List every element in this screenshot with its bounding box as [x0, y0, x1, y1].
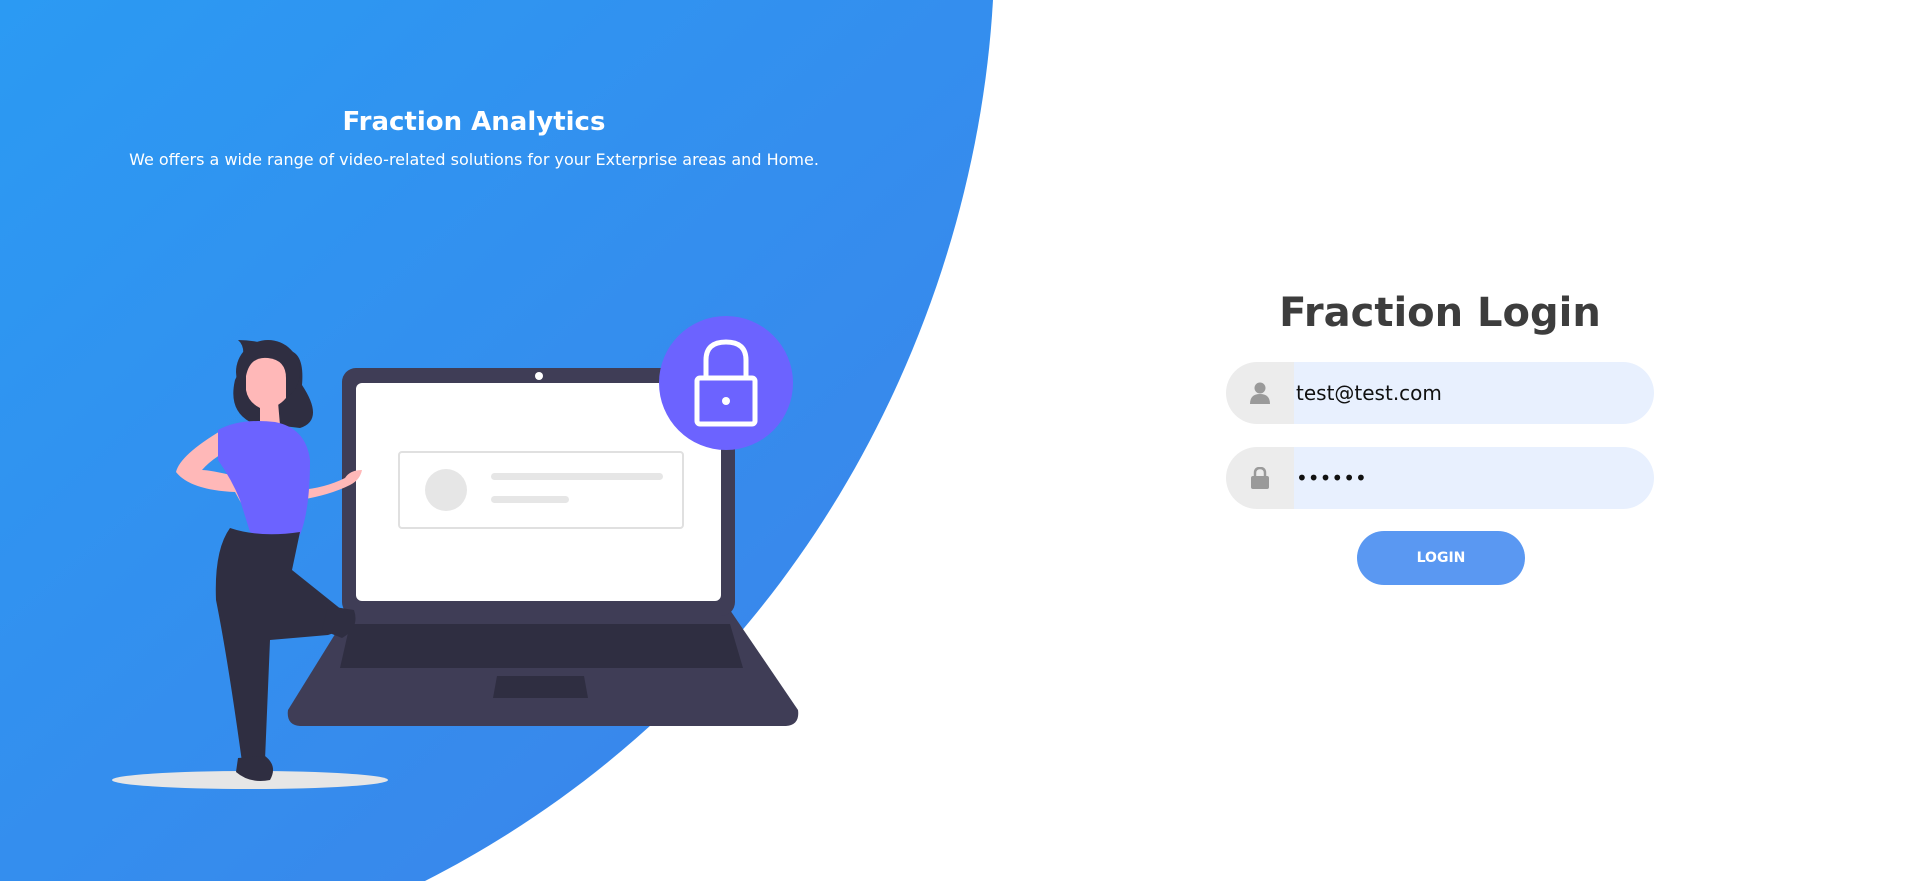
woman-face [246, 357, 286, 409]
login-title: Fraction Login [1279, 290, 1601, 336]
lock-badge-keyhole [722, 397, 730, 405]
laptop-camera [535, 372, 543, 380]
email-field-group [1226, 362, 1654, 424]
lock-badge [659, 316, 793, 450]
user-icon [1226, 362, 1294, 424]
woman-shirt [218, 421, 310, 538]
email-input[interactable] [1294, 362, 1654, 424]
screen-card-line-2 [491, 496, 569, 503]
screen-card-line-1 [491, 473, 663, 480]
screen-card-avatar [425, 469, 467, 511]
password-field-group [1226, 447, 1654, 509]
laptop-keyboard [340, 624, 743, 668]
login-page: Fraction Analytics We offers a wide rang… [0, 0, 1920, 881]
hero-subtitle: We offers a wide range of video-related … [129, 150, 819, 169]
hero-title: Fraction Analytics [342, 107, 606, 137]
password-input[interactable] [1294, 447, 1654, 509]
laptop-trackpad [493, 676, 588, 698]
woman-pants [215, 528, 343, 762]
login-button[interactable]: LOGIN [1357, 531, 1525, 585]
login-illustration [112, 316, 799, 789]
lock-icon [1226, 447, 1294, 509]
